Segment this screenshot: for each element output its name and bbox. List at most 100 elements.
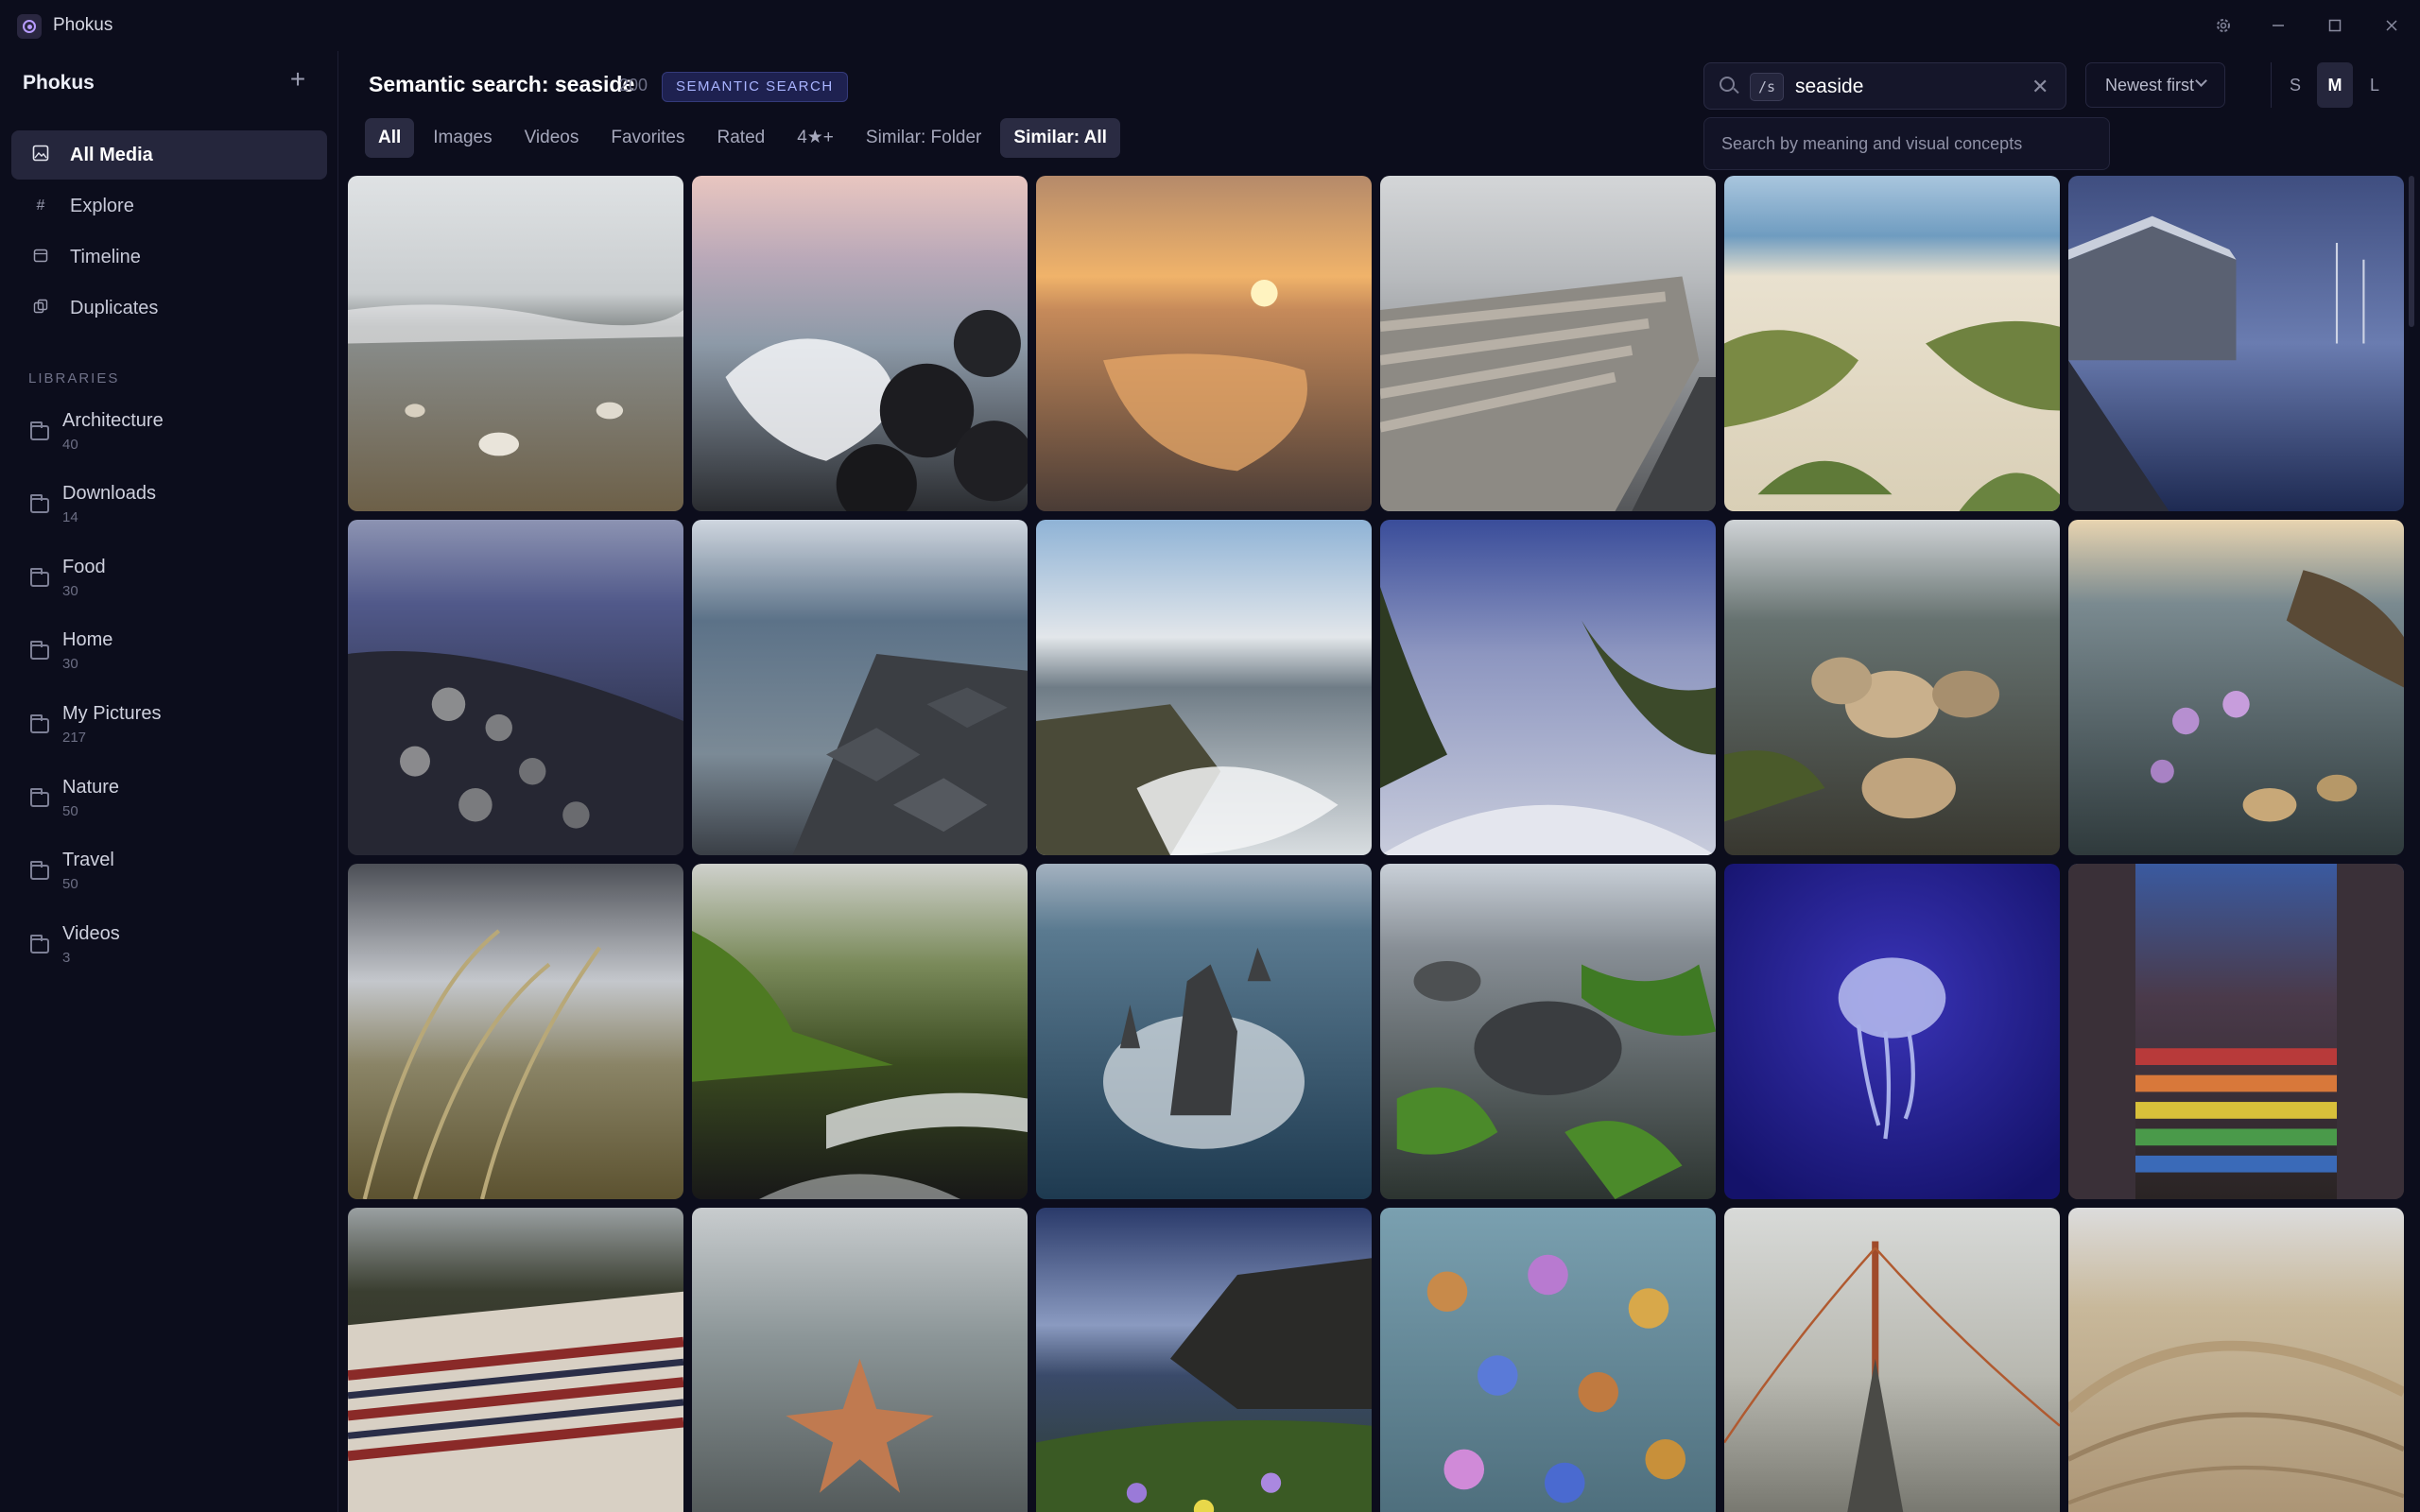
folder-icon (30, 641, 49, 660)
sidebar-item-duplicates[interactable]: Duplicates (11, 284, 327, 333)
library-count: 50 (62, 876, 78, 892)
library-item[interactable]: Food 30 (11, 557, 327, 613)
media-thumbnail[interactable] (1724, 1208, 2060, 1512)
library-count: 30 (62, 656, 78, 672)
media-thumbnail[interactable] (1036, 864, 1372, 1199)
library-name: Videos (62, 923, 120, 944)
maximize-icon[interactable] (2318, 11, 2352, 40)
library-name: Downloads (62, 483, 156, 504)
library-name: Travel (62, 850, 114, 870)
library-count: 30 (62, 583, 78, 599)
library-count: 50 (62, 803, 78, 819)
library-item[interactable]: My Pictures 217 (11, 703, 327, 760)
media-thumbnail[interactable] (2068, 864, 2404, 1199)
media-thumbnail[interactable] (1724, 864, 2060, 1199)
media-thumbnail[interactable] (692, 520, 1028, 855)
media-thumbnail[interactable] (348, 1208, 683, 1512)
add-library-button[interactable]: + (284, 66, 312, 94)
library-item[interactable]: Nature 50 (11, 777, 327, 833)
media-thumbnail[interactable] (348, 520, 683, 855)
sidebar-title: Phokus (23, 72, 95, 94)
folder-icon (30, 494, 49, 513)
search-input[interactable] (1795, 71, 2013, 103)
chevron-down-icon (2195, 75, 2207, 87)
folder-icon (30, 861, 49, 880)
filter-similar-folder[interactable]: Similar: Folder (853, 118, 994, 158)
window-title: Phokus (53, 15, 113, 35)
size-medium-button[interactable]: M (2317, 62, 2353, 108)
media-thumbnail[interactable] (692, 176, 1028, 511)
filter-videos[interactable]: Videos (511, 118, 593, 158)
search-icon (1720, 77, 1735, 92)
folder-icon (30, 935, 49, 954)
page-title: Semantic search: seaside (369, 72, 635, 96)
sidebar-item-timeline[interactable]: Timeline (11, 232, 327, 282)
media-thumbnail[interactable] (1380, 176, 1716, 511)
library-item[interactable]: Travel 50 (11, 850, 327, 906)
calendar-icon (30, 248, 51, 267)
filter-four-star-plus[interactable]: 4★+ (784, 118, 847, 158)
duplicate-icon (30, 299, 51, 318)
media-thumbnail[interactable] (1036, 520, 1372, 855)
library-name: Nature (62, 777, 120, 798)
sidebar-item-all-media[interactable]: All Media (11, 130, 327, 180)
thumbnail-size-toggle: S M L (2271, 62, 2393, 108)
library-count: 3 (62, 950, 71, 966)
search-box: /s ✕ (1703, 62, 2066, 110)
sort-dropdown[interactable]: Newest first (2085, 62, 2225, 108)
folder-icon (30, 788, 49, 807)
title-bar: Phokus (0, 0, 2420, 51)
media-thumbnail[interactable] (1724, 520, 2060, 855)
folder-icon (30, 568, 49, 587)
filter-bar: All Images Videos Favorites Rated 4★+ Si… (365, 118, 1120, 158)
library-name: Home (62, 629, 113, 650)
size-large-button[interactable]: L (2357, 62, 2393, 108)
folder-icon (30, 421, 49, 440)
media-thumbnail[interactable] (348, 864, 683, 1199)
size-small-button[interactable]: S (2277, 62, 2313, 108)
media-thumbnail[interactable] (1036, 1208, 1372, 1512)
sidebar: Phokus + All Media # Explore Timeline Du… (0, 51, 338, 1512)
media-thumbnail[interactable] (348, 176, 683, 511)
search-hint: Search by meaning and visual concepts (1703, 117, 2110, 170)
filter-similar-all[interactable]: Similar: All (1000, 118, 1120, 158)
media-thumbnail[interactable] (1036, 176, 1372, 511)
minimize-icon[interactable] (2261, 11, 2295, 40)
media-grid (348, 176, 2405, 1512)
media-thumbnail[interactable] (2068, 1208, 2404, 1512)
filter-all[interactable]: All (365, 118, 415, 158)
sidebar-item-label: Explore (70, 195, 134, 216)
library-name: My Pictures (62, 703, 162, 724)
media-thumbnail[interactable] (1380, 520, 1716, 855)
libraries-heading: LIBRARIES (28, 370, 120, 387)
media-thumbnail[interactable] (2068, 176, 2404, 511)
sort-label: Newest first (2105, 76, 2195, 94)
library-count: 40 (62, 437, 78, 453)
media-thumbnail[interactable] (2068, 520, 2404, 855)
filter-images[interactable]: Images (420, 118, 505, 158)
app-logo-icon (17, 14, 42, 39)
settings-icon[interactable] (2206, 11, 2240, 40)
sidebar-item-label: All Media (70, 144, 153, 165)
media-thumbnail[interactable] (1380, 864, 1716, 1199)
library-item[interactable]: Videos 3 (11, 923, 327, 980)
library-item[interactable]: Downloads 14 (11, 483, 327, 540)
close-icon[interactable] (2375, 11, 2409, 40)
library-item[interactable]: Architecture 40 (11, 410, 327, 467)
media-thumbnail[interactable] (692, 1208, 1028, 1512)
media-thumbnail[interactable] (1724, 176, 2060, 511)
grid-scrollbar[interactable] (2409, 176, 2414, 327)
clear-search-icon[interactable]: ✕ (2031, 75, 2048, 99)
media-thumbnail[interactable] (1380, 1208, 1716, 1512)
image-icon (30, 145, 51, 166)
semantic-search-badge: SEMANTIC SEARCH (662, 72, 848, 102)
library-count: 217 (62, 730, 87, 746)
sidebar-item-explore[interactable]: # Explore (11, 181, 327, 231)
filter-rated[interactable]: Rated (704, 118, 779, 158)
filter-favorites[interactable]: Favorites (597, 118, 698, 158)
hash-icon: # (36, 198, 45, 214)
semantic-prefix-tag: /s (1750, 73, 1784, 101)
sidebar-item-label: Duplicates (70, 297, 159, 318)
media-thumbnail[interactable] (692, 864, 1028, 1199)
library-item[interactable]: Home 30 (11, 629, 327, 686)
